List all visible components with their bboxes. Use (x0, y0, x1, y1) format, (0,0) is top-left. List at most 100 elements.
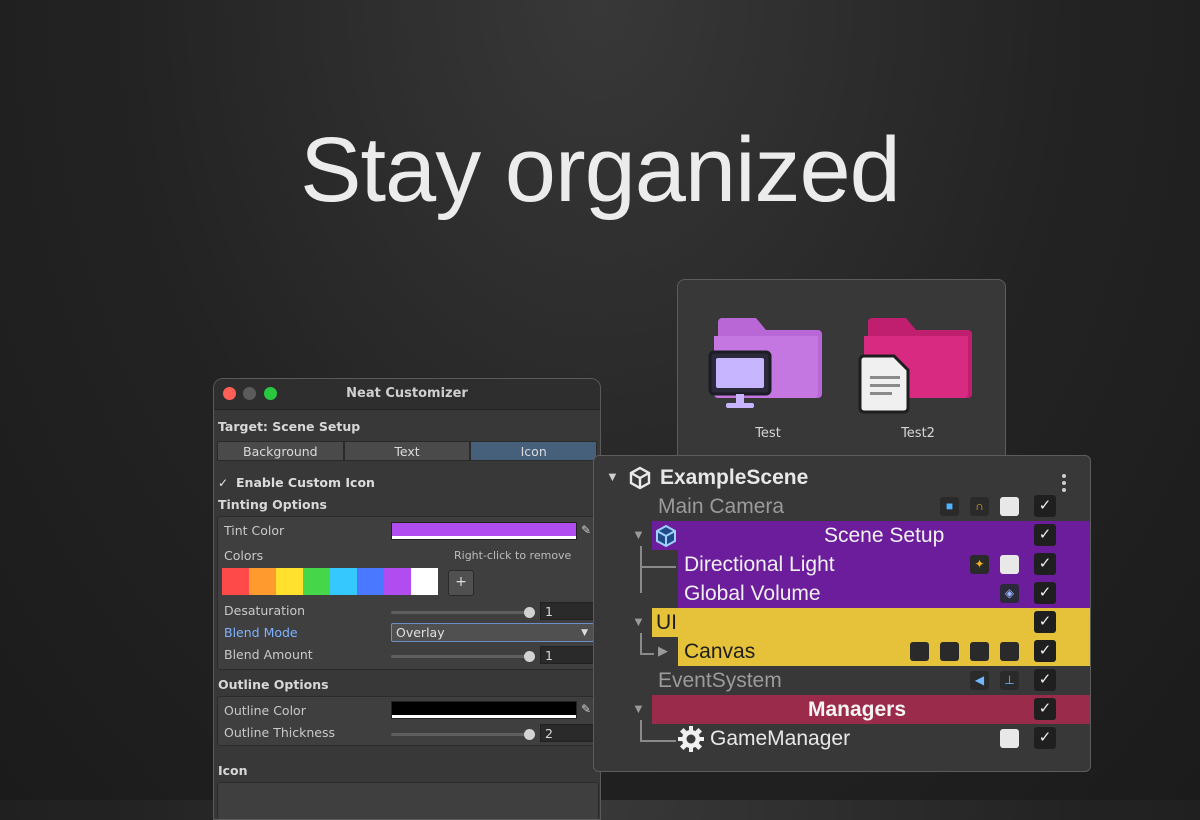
outline-color-field[interactable] (391, 701, 577, 719)
eyedropper-icon[interactable]: ✎ (578, 522, 594, 538)
tinting-options-heading: Tinting Options (218, 497, 327, 512)
unity-logo-icon (629, 466, 651, 490)
folder-label: Test2 (901, 426, 935, 441)
color-swatch[interactable] (222, 568, 249, 595)
color-swatch[interactable] (330, 568, 357, 595)
visibility-toggle[interactable]: ✓ (1034, 582, 1056, 604)
tint-color-field[interactable] (391, 522, 577, 540)
visibility-toggle[interactable]: ✓ (1034, 495, 1056, 517)
audio-listener-icon: ∩ (970, 497, 989, 516)
desaturation-slider[interactable] (391, 611, 529, 614)
row-ui[interactable]: ▼ UI ✓ (594, 608, 1090, 637)
row-label: Directional Light (684, 553, 835, 576)
color-swatch[interactable] (384, 568, 411, 595)
row-game-manager[interactable]: GameManager ✓ (594, 720, 1090, 753)
folder-icon (708, 318, 822, 408)
visibility-toggle[interactable]: ✓ (1034, 727, 1056, 749)
blend-mode-label: Blend Mode (224, 625, 298, 640)
color-swatch[interactable] (276, 568, 303, 595)
cube-icon (656, 524, 676, 548)
desaturation-slider-knob[interactable] (524, 607, 535, 618)
expand-triangle-icon[interactable]: ▼ (606, 469, 619, 484)
rect-icon (940, 642, 959, 661)
row-main-camera[interactable]: Main Camera ■ ∩ ✓ (594, 492, 1090, 521)
outline-color-label: Outline Color (224, 703, 306, 718)
folder-test[interactable]: Test (708, 310, 828, 450)
expand-triangle-icon[interactable]: ▶ (658, 643, 668, 659)
add-color-button[interactable]: + (448, 570, 474, 596)
outline-thickness-slider-knob[interactable] (524, 729, 535, 740)
customizer-tabs: Background Text Icon (217, 441, 598, 461)
row-label: Global Volume (684, 582, 821, 605)
color-swatch[interactable] (411, 568, 438, 595)
row-label: UI (656, 611, 677, 634)
colors-hint: Right-click to remove (454, 549, 572, 562)
row-canvas[interactable]: ▶ Canvas ✓ (594, 633, 1090, 666)
gear-icon (678, 726, 704, 752)
chevron-down-icon: ▼ (581, 628, 588, 638)
volume-icon: ◈ (1000, 584, 1019, 603)
tab-icon[interactable]: Icon (470, 441, 598, 461)
tab-background[interactable]: Background (217, 441, 344, 461)
visibility-toggle[interactable]: ✓ (1034, 640, 1056, 662)
row-label: GameManager (710, 727, 851, 750)
visibility-toggle[interactable]: ✓ (1034, 611, 1056, 633)
script-icon (1000, 729, 1019, 748)
expand-triangle-icon[interactable]: ▼ (632, 614, 645, 629)
window-title: Neat Customizer (346, 386, 468, 401)
tree-guide-line (640, 633, 642, 653)
visibility-toggle[interactable]: ✓ (1034, 524, 1056, 546)
document-icon (858, 354, 910, 414)
hierarchy-window: ▼ ExampleScene Main Camera ■ ∩ ✓ ▼ Scene… (593, 455, 1091, 772)
neat-customizer-window: Neat Customizer Target: Scene Setup Back… (213, 378, 601, 820)
project-folders-panel: Test Test2 (677, 279, 1006, 467)
enable-custom-icon-label: Enable Custom Icon (236, 475, 375, 490)
color-swatch[interactable] (303, 568, 330, 595)
row-scene-setup[interactable]: ▼ Scene Setup ✓ (594, 521, 1090, 550)
expand-triangle-icon[interactable]: ▼ (632, 527, 645, 542)
camera-icon: ■ (940, 497, 959, 516)
enable-custom-icon-toggle[interactable]: ✓ Enable Custom Icon (218, 475, 375, 490)
tree-guide-line (640, 653, 654, 655)
tree-guide-line (640, 740, 676, 742)
icon-panel (217, 782, 599, 819)
row-label: Scene Setup (824, 524, 945, 547)
folder-test2[interactable]: Test2 (858, 310, 978, 450)
expand-triangle-icon[interactable]: ▼ (632, 701, 645, 716)
blend-amount-field[interactable]: 1 (540, 646, 594, 664)
raycaster-icon (970, 642, 989, 661)
eyedropper-icon[interactable]: ✎ (578, 701, 594, 717)
visibility-toggle[interactable]: ✓ (1034, 669, 1056, 691)
blend-amount-slider[interactable] (391, 655, 529, 658)
tab-text[interactable]: Text (343, 441, 471, 461)
tree-guide-line (640, 566, 676, 568)
visibility-toggle[interactable]: ✓ (1034, 698, 1056, 720)
row-label: Canvas (684, 640, 756, 663)
outline-thickness-label: Outline Thickness (224, 725, 335, 740)
outline-options-heading: Outline Options (218, 677, 329, 692)
color-swatch[interactable] (357, 568, 384, 595)
row-managers[interactable]: ▼ Managers ✓ (594, 695, 1090, 724)
outline-thickness-slider[interactable] (391, 733, 529, 736)
colors-label: Colors (224, 548, 264, 563)
visibility-toggle[interactable]: ✓ (1034, 553, 1056, 575)
title-bar[interactable]: Neat Customizer (214, 379, 600, 410)
tree-guide-line (640, 546, 642, 568)
row-global-volume[interactable]: Global Volume ◈ ✓ (594, 567, 1090, 608)
tree-guide-line (640, 567, 642, 593)
scene-header-row[interactable]: ▼ ExampleScene (594, 464, 1090, 493)
icon-heading: Icon (218, 763, 248, 778)
checkmark-icon[interactable]: ✓ (218, 477, 230, 489)
blend-amount-slider-knob[interactable] (524, 651, 535, 662)
script-icon (1000, 555, 1019, 574)
blend-mode-dropdown[interactable]: Overlay ▼ (391, 623, 594, 642)
row-label: Main Camera (658, 495, 785, 518)
row-event-system[interactable]: EventSystem ◀ ⊥ ✓ (594, 666, 1090, 695)
color-swatches (222, 568, 438, 595)
outline-thickness-field[interactable]: 2 (540, 724, 594, 742)
row-directional-light[interactable]: Directional Light ✦ ✓ (594, 546, 1090, 579)
light-icon: ✦ (970, 555, 989, 574)
desaturation-field[interactable]: 1 (540, 602, 594, 620)
color-swatch[interactable] (249, 568, 276, 595)
tinting-options-panel: Tint Color ✎ Colors Right-click to remov… (217, 516, 599, 670)
